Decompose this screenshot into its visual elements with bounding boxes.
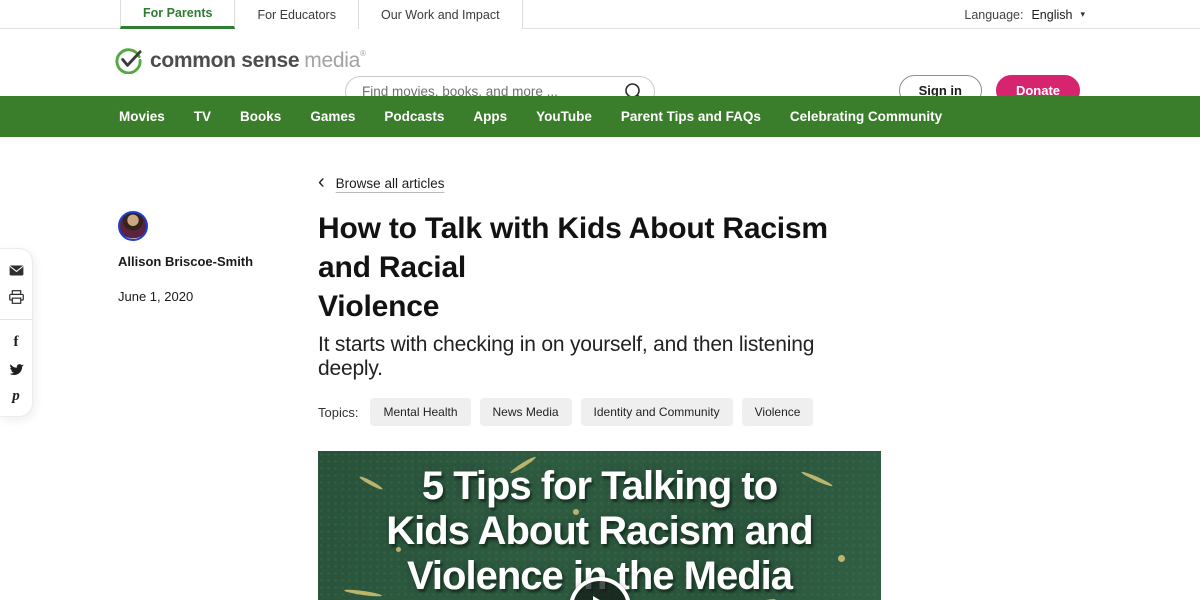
- share-rail: f p: [0, 248, 33, 417]
- nav-item-parent-tips-faqs[interactable]: Parent Tips and FAQs: [621, 109, 761, 124]
- article-main: ‹ Browse all articles How to Talk with K…: [318, 174, 881, 600]
- primary-nav: Movies TV Books Games Podcasts Apps YouT…: [0, 96, 1200, 137]
- tab-for-parents[interactable]: For Parents: [120, 0, 235, 29]
- topic-tag-news-media[interactable]: News Media: [480, 398, 572, 426]
- topic-tag-identity-community[interactable]: Identity and Community: [581, 398, 733, 426]
- topic-tag-mental-health[interactable]: Mental Health: [370, 398, 470, 426]
- chevron-down-icon[interactable]: ▾: [1080, 9, 1085, 20]
- video-player-thumbnail[interactable]: 5 Tips for Talking to Kids About Racism …: [318, 451, 881, 600]
- registered-mark: ®: [360, 49, 366, 58]
- topics-label: Topics:: [318, 405, 358, 420]
- page-title: How to Talk with Kids About Racism and R…: [318, 209, 881, 326]
- facebook-icon[interactable]: f: [8, 334, 24, 350]
- tab-our-work-and-impact[interactable]: Our Work and Impact: [359, 0, 523, 29]
- play-icon: [593, 596, 613, 600]
- topic-tag-violence[interactable]: Violence: [742, 398, 814, 426]
- back-chevron-icon: ‹: [318, 172, 325, 192]
- tab-for-educators[interactable]: For Educators: [235, 0, 359, 29]
- top-bar: For Parents For Educators Our Work and I…: [0, 0, 1200, 29]
- audience-tabs: For Parents For Educators Our Work and I…: [120, 0, 523, 29]
- logo-text-bold: common sense: [150, 49, 299, 72]
- nav-item-apps[interactable]: Apps: [473, 109, 507, 124]
- language-selector[interactable]: Language: English ▾: [964, 0, 1085, 29]
- nav-item-tv[interactable]: TV: [194, 109, 211, 124]
- nav-item-podcasts[interactable]: Podcasts: [384, 109, 444, 124]
- site-logo[interactable]: common sensemedia®: [115, 47, 366, 74]
- nav-item-books[interactable]: Books: [240, 109, 281, 124]
- print-icon[interactable]: [8, 289, 24, 305]
- nav-item-youtube[interactable]: YouTube: [536, 109, 592, 124]
- site-header: common sensemedia® Sign in Donate: [0, 29, 1200, 96]
- nav-item-movies[interactable]: Movies: [119, 109, 165, 124]
- share-divider: [0, 319, 33, 320]
- language-label: Language:: [964, 8, 1023, 22]
- nav-item-celebrating-community[interactable]: Celebrating Community: [790, 109, 942, 124]
- author-name: Allison Briscoe-Smith: [118, 254, 298, 269]
- logo-text-light: media: [304, 49, 360, 72]
- page-subtitle: It starts with checking in on yourself, …: [318, 333, 881, 381]
- twitter-icon[interactable]: [8, 361, 24, 377]
- browse-all-articles-link[interactable]: ‹ Browse all articles: [318, 174, 881, 192]
- language-value[interactable]: English: [1031, 8, 1072, 22]
- author-block: Allison Briscoe-Smith June 1, 2020: [118, 211, 298, 304]
- article-date: June 1, 2020: [118, 289, 298, 304]
- pinterest-icon[interactable]: p: [8, 388, 24, 404]
- back-link-label: Browse all articles: [336, 176, 445, 191]
- author-avatar[interactable]: [118, 211, 148, 241]
- topics-row: Topics: Mental Health News Media Identit…: [318, 398, 881, 426]
- logo-checkmark-icon: [115, 47, 142, 74]
- nav-item-games[interactable]: Games: [310, 109, 355, 124]
- email-share-icon[interactable]: [8, 262, 24, 278]
